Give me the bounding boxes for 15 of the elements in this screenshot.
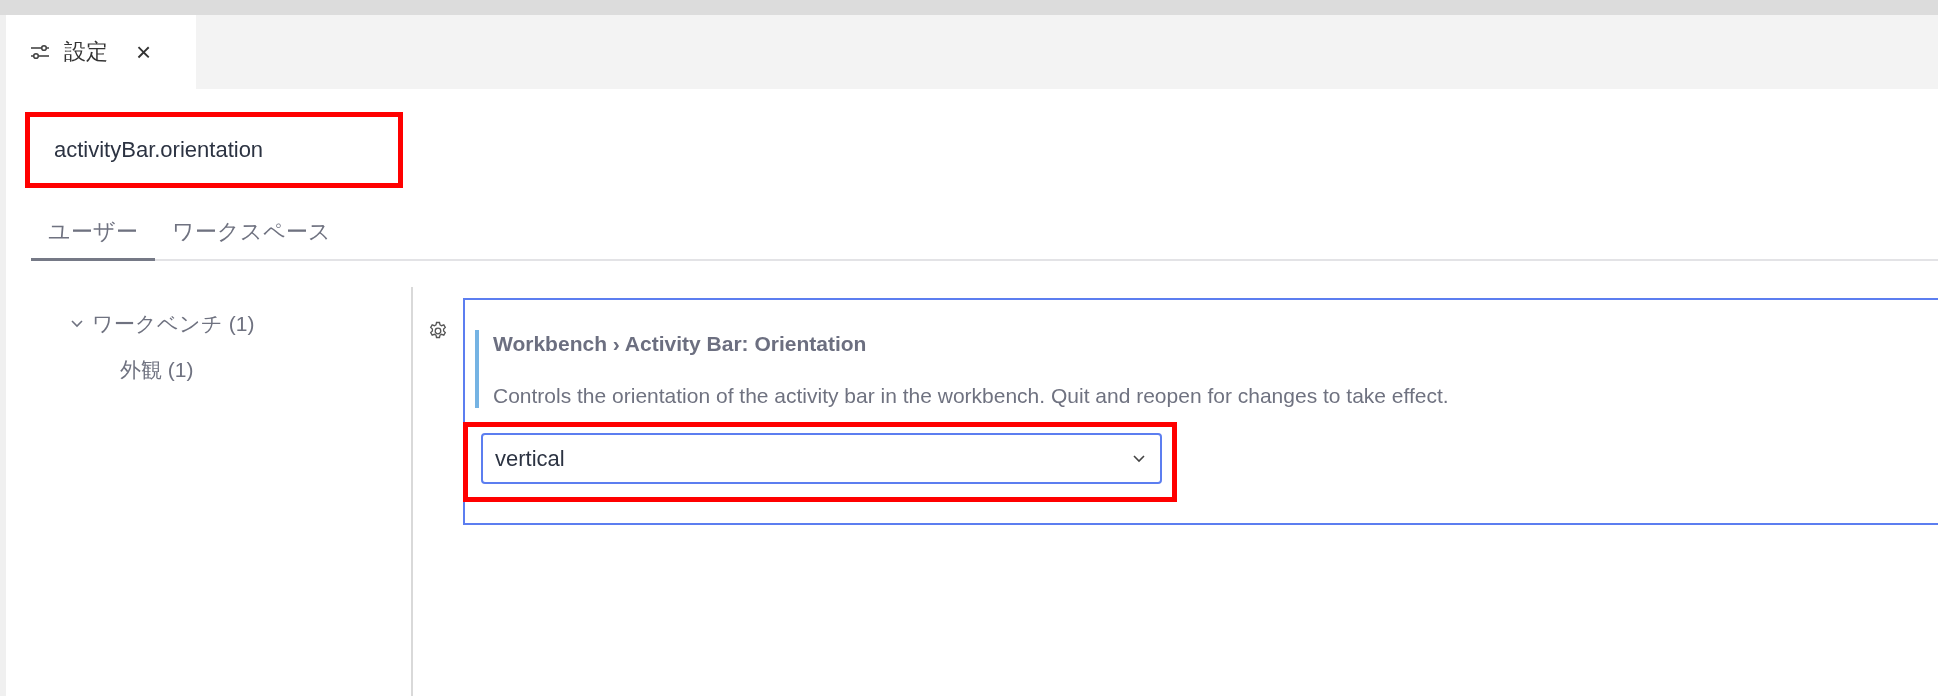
chevron-icon[interactable] <box>70 319 84 329</box>
scope-tab[interactable]: ワークスペース <box>155 206 348 261</box>
setting-title: Workbench › Activity Bar: Orientation <box>493 332 868 356</box>
caret-icon <box>1132 454 1146 463</box>
gear-icon[interactable] <box>428 321 448 341</box>
search-field[interactable]: activityBar.orientation <box>25 112 403 188</box>
close-button[interactable]: × <box>132 36 156 68</box>
scope-tab[interactable]: ユーザー <box>31 206 155 261</box>
dropdown[interactable]: vertical <box>481 433 1162 484</box>
tree-item[interactable]: 外観 (1) <box>120 356 194 384</box>
setting-description: Controls the orientation of the activity bar in the workbench. Quit and reopen for changes to take effect. <box>493 384 1450 408</box>
sliders-icon <box>30 44 50 60</box>
editor-tab[interactable]: 設定 × <box>6 15 196 89</box>
tab-title: 設定 <box>64 38 108 66</box>
tree-item[interactable]: ワークベンチ (1) <box>92 310 255 338</box>
